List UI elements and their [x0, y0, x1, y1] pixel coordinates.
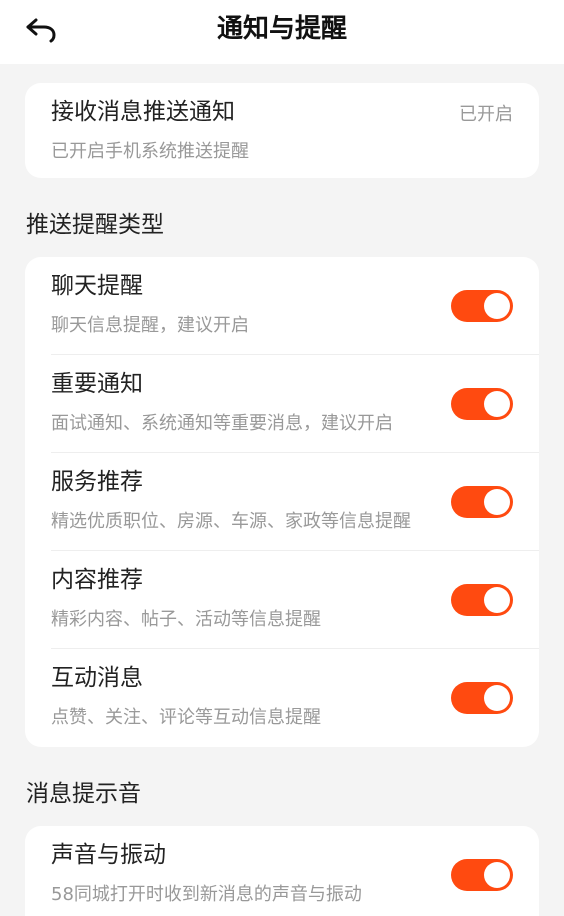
header-bar: 通知与提醒	[0, 0, 564, 64]
setting-row-title: 内容推荐	[51, 567, 143, 593]
push-notification-title: 接收消息推送通知	[51, 99, 235, 125]
page-title: 通知与提醒	[216, 14, 347, 44]
toggle-knob	[484, 391, 510, 417]
notification-settings-page: 通知与提醒 接收消息推送通知 已开启手机系统推送提醒 已开启 推送提醒类型 聊天…	[0, 0, 564, 916]
section-title-sound: 消息提示音	[26, 781, 141, 807]
toggle-chat[interactable]	[451, 290, 513, 322]
setting-row-interaction: 互动消息 点赞、关注、评论等互动信息提醒	[25, 649, 539, 747]
toggle-knob	[484, 489, 510, 515]
setting-row-title: 声音与振动	[51, 842, 166, 868]
toggle-service[interactable]	[451, 486, 513, 518]
push-notification-subtitle: 已开启手机系统推送提醒	[51, 141, 249, 162]
setting-row-title: 重要通知	[51, 371, 143, 397]
setting-row-subtitle: 精彩内容、帖子、活动等信息提醒	[51, 609, 321, 630]
setting-row-subtitle: 聊天信息提醒，建议开启	[51, 315, 249, 336]
setting-row-service: 服务推荐 精选优质职位、房源、车源、家政等信息提醒	[25, 453, 539, 551]
setting-row-title: 聊天提醒	[51, 273, 143, 299]
toggle-content[interactable]	[451, 584, 513, 616]
toggle-sound-vibration[interactable]	[451, 859, 513, 891]
push-types-card: 聊天提醒 聊天信息提醒，建议开启 重要通知 面试通知、系统通知等重要消息，建议开…	[25, 257, 539, 747]
setting-row-subtitle: 58同城打开时收到新消息的声音与振动	[51, 884, 362, 905]
toggle-knob	[484, 587, 510, 613]
toggle-knob	[484, 293, 510, 319]
push-notification-card[interactable]: 接收消息推送通知 已开启手机系统推送提醒 已开启	[25, 83, 539, 178]
toggle-knob	[484, 685, 510, 711]
setting-row-sound-vibration: 声音与振动 58同城打开时收到新消息的声音与振动	[25, 826, 539, 916]
setting-row-important: 重要通知 面试通知、系统通知等重要消息，建议开启	[25, 355, 539, 453]
setting-row-subtitle: 面试通知、系统通知等重要消息，建议开启	[51, 413, 393, 434]
setting-row-subtitle: 精选优质职位、房源、车源、家政等信息提醒	[51, 511, 411, 532]
setting-row-subtitle: 点赞、关注、评论等互动信息提醒	[51, 707, 321, 728]
section-title-push-types: 推送提醒类型	[26, 212, 164, 238]
setting-row-title: 服务推荐	[51, 469, 143, 495]
toggle-interaction[interactable]	[451, 682, 513, 714]
push-notification-status: 已开启	[459, 104, 513, 125]
toggle-important[interactable]	[451, 388, 513, 420]
sound-card: 声音与振动 58同城打开时收到新消息的声音与振动	[25, 826, 539, 916]
toggle-knob	[484, 862, 510, 888]
setting-row-chat: 聊天提醒 聊天信息提醒，建议开启	[25, 257, 539, 355]
setting-row-content: 内容推荐 精彩内容、帖子、活动等信息提醒	[25, 551, 539, 649]
setting-row-title: 互动消息	[51, 665, 143, 691]
